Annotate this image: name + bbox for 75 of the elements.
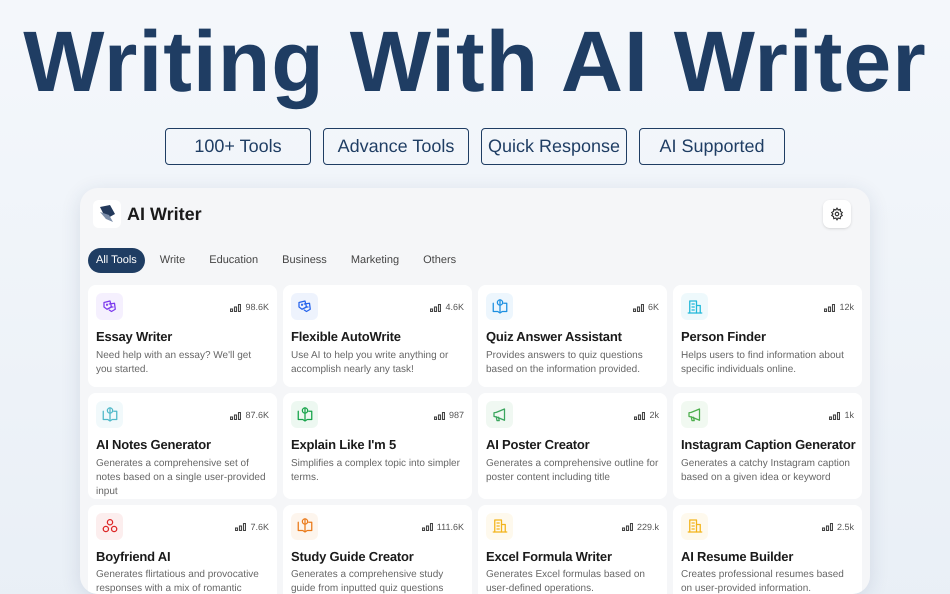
settings-icon: [830, 207, 844, 221]
tool-description: Helps users to find information about specific individuals online.: [681, 348, 845, 376]
usage-count: 2k: [649, 409, 659, 422]
signal-bars-icon: [829, 412, 840, 420]
tool-card[interactable]: 1k Instagram Caption Generator Generates a catchy Instagram caption based on a given idea or keyword: [673, 393, 862, 498]
usage-count: 12k: [839, 301, 854, 314]
tool-title: Quiz Answer Assistant: [486, 328, 623, 346]
signal-bars-icon: [430, 304, 442, 312]
feature-pill: Advance Tools: [323, 128, 469, 165]
category-tab[interactable]: Business: [273, 248, 336, 273]
tool-card[interactable]: 87.6K AI Notes Generator Generates a comprehensive set of notes based on a single user-provided input: [88, 393, 277, 498]
tool-description: Creates professional resumes based on user-provided information.: [681, 568, 845, 594]
tool-title: AI Poster Creator: [486, 436, 591, 454]
headline: Writing With AI Writer: [23, 13, 927, 112]
tool-description: Generates a catchy Instagram caption based on a given idea or keyword: [681, 456, 851, 484]
tool-title: AI Notes Generator: [96, 436, 212, 454]
app-title: AI Writer: [127, 202, 202, 226]
category-tab[interactable]: Write: [150, 248, 194, 273]
tool-description: Need help with an essay? We'll get you started.: [96, 348, 252, 376]
tool-card[interactable]: 111.6K Study Guide Creator Generates a comprehensive study guide from inputted quiz questions: [283, 504, 472, 594]
tool-description: Generates a comprehensive study guide from inputted quiz questions: [291, 568, 444, 594]
tool-title: Person Finder: [681, 328, 767, 346]
signal-bars-icon: [632, 304, 644, 312]
tool-description: Generates a comprehensive outline for poster content including title: [486, 456, 659, 484]
feature-pill: 100+ Tools: [165, 128, 311, 165]
tool-title: Flexible AutoWrite: [291, 328, 402, 346]
tool-card[interactable]: 2k AI Poster Creator Generates a comprehensive outline for poster content including title: [478, 393, 667, 498]
usage-count: 98.6K: [245, 301, 269, 314]
tool-card[interactable]: 6K Quiz Answer Assistant Provides answers to quiz questions based on the information provided.: [478, 285, 667, 387]
signal-bars-icon: [824, 304, 836, 312]
signal-bars-icon: [235, 523, 246, 532]
tool-description: Use AI to help you write anything or accomplish nearly any task!: [291, 348, 450, 376]
app-logo-icon: [93, 200, 121, 228]
usage-count: 229.k: [636, 520, 659, 534]
tool-title: Essay Writer: [96, 328, 174, 346]
tool-description: Generates Excel formulas based on user-defined operations.: [486, 568, 646, 594]
tool-title: Study Guide Creator: [291, 548, 415, 566]
usage-count: 111.6K: [436, 520, 464, 534]
tool-title: Boyfriend AI: [96, 548, 172, 566]
usage-count: 6K: [648, 301, 659, 314]
category-tab[interactable]: Marketing: [342, 248, 408, 273]
category-tab[interactable]: Others: [414, 248, 466, 273]
tool-card[interactable]: 7.6K Boyfriend AI Generates flirtatious and provocative responses with a mix of romantic: [88, 504, 277, 594]
signal-bars-icon: [622, 523, 633, 532]
signal-bars-icon: [230, 304, 242, 312]
usage-count: 87.6K: [245, 409, 269, 422]
signal-bars-icon: [434, 412, 445, 420]
tool-card[interactable]: 4.6K Flexible AutoWrite Use AI to help you write anything or accomplish nearly any task!: [283, 285, 472, 387]
category-tab[interactable]: Education: [200, 248, 268, 273]
tool-card[interactable]: 229.k Excel Formula Writer Generates Excel formulas based on user-defined operations.: [478, 504, 667, 594]
usage-count: 1k: [844, 409, 854, 422]
signal-bars-icon: [230, 412, 242, 420]
tool-description: Provides answers to quiz questions based on the information provided.: [486, 348, 644, 376]
tool-description: Simplifies a complex topic into simpler terms.: [291, 456, 461, 484]
feature-pill: AI Supported: [639, 128, 785, 165]
signal-bars-icon: [822, 523, 833, 532]
tool-description: Generates flirtatious and provocative responses with a mix of romantic: [96, 568, 260, 594]
tool-card[interactable]: 12k Person Finder Helps users to find information about specific individuals online.: [673, 285, 862, 387]
tool-title: Excel Formula Writer: [486, 548, 613, 566]
signal-bars-icon: [422, 523, 433, 532]
usage-count: 4.6K: [445, 301, 464, 314]
tool-title: Explain Like I'm 5: [291, 436, 397, 454]
usage-count: 7.6K: [250, 520, 269, 534]
usage-count: 2.5k: [836, 520, 854, 534]
usage-count: 987: [448, 409, 464, 422]
feature-pill: Quick Response: [481, 128, 627, 165]
tool-title: AI Resume Builder: [681, 548, 794, 566]
tool-description: Generates a comprehensive set of notes based on a single user-provided input: [96, 456, 267, 498]
tool-card[interactable]: 987 Explain Like I'm 5 Simplifies a complex topic into simpler terms.: [283, 393, 472, 498]
settings-button[interactable]: [823, 200, 851, 228]
category-tab[interactable]: All Tools: [88, 248, 145, 273]
tool-card[interactable]: 2.5k AI Resume Builder Creates professional resumes based on user-provided information.: [673, 504, 862, 594]
tool-title: Instagram Caption Generator: [681, 436, 854, 454]
tool-card[interactable]: 98.6K Essay Writer Need help with an essay? We'll get you started.: [88, 285, 277, 387]
signal-bars-icon: [634, 412, 646, 420]
